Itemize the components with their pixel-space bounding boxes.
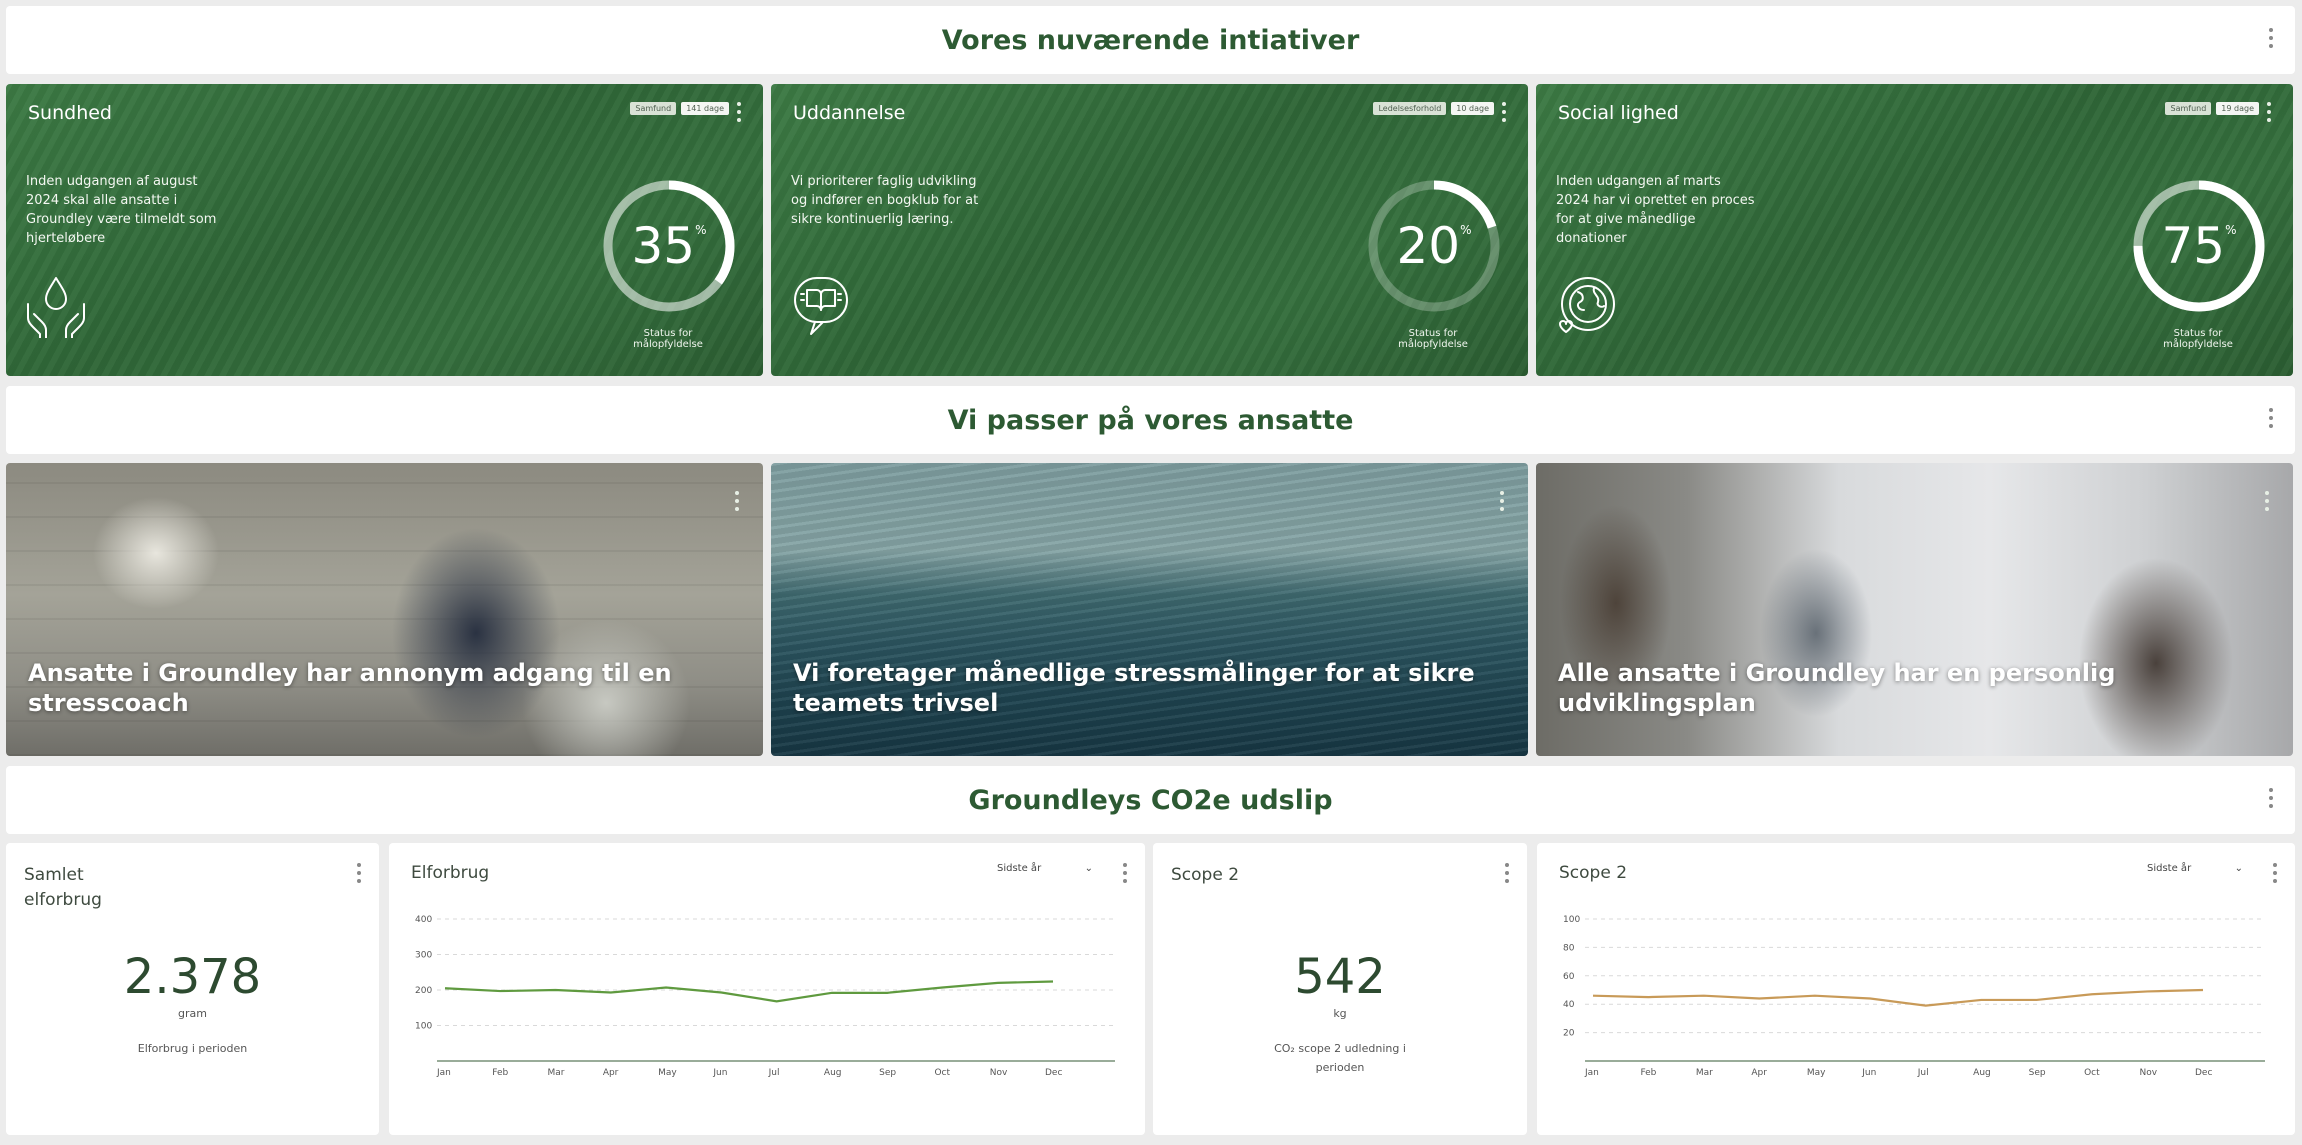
y-tick-label: 300: [415, 951, 432, 961]
x-tick-label: Dec: [2195, 1068, 2212, 1078]
x-tick-label: Jun: [712, 1068, 727, 1078]
section-title-initiatives: Vores nuværende intiativer: [941, 24, 1360, 56]
category-tag: Samfund: [630, 102, 677, 115]
photo-caption: Alle ansatte i Groundley har en personli…: [1558, 659, 2116, 717]
more-options-icon[interactable]: [1503, 863, 1511, 883]
x-tick-label: Sep: [879, 1068, 896, 1078]
progress-caption: Status for målopfyldelse: [633, 328, 703, 350]
more-options-icon[interactable]: [2267, 788, 2275, 808]
initiative-title: Social lighed: [1558, 102, 1679, 124]
y-tick-label: 100: [1563, 915, 1580, 925]
x-tick-label: Apr: [603, 1068, 619, 1078]
category-tag: Samfund: [2165, 102, 2212, 115]
kpi-title: Samlet elforbrug: [24, 865, 102, 910]
photo-card-stressmaalinger[interactable]: Vi foretager månedlige stressmålinger fo…: [771, 463, 1528, 756]
section-title-co2: Groundleys CO2e udslip: [968, 784, 1333, 816]
x-tick-label: Feb: [1640, 1068, 1656, 1078]
co2-header: Groundleys CO2e udslip: [6, 766, 2295, 834]
initiative-description: Vi prioriterer faglig udvikling og indfø…: [791, 174, 979, 227]
y-tick-label: 60: [1563, 972, 1575, 982]
x-tick-label: Oct: [934, 1068, 950, 1078]
kpi-caption: Elforbrug i perioden: [137, 1042, 248, 1055]
kpi-caption: CO₂ scope 2 udledning i perioden: [1274, 1042, 1406, 1074]
more-options-icon[interactable]: [1498, 491, 1506, 511]
days-tag: 141 dage: [681, 102, 729, 115]
more-options-icon[interactable]: [733, 491, 741, 511]
more-options-icon[interactable]: [2263, 491, 2271, 511]
x-tick-label: May: [1807, 1068, 1826, 1078]
more-options-icon[interactable]: [2267, 408, 2275, 428]
kpi-value: 542: [1294, 949, 1386, 1005]
x-tick-label: Dec: [1045, 1068, 1062, 1078]
globe-heart-icon: [1554, 274, 1618, 338]
x-tick-label: Aug: [824, 1068, 842, 1078]
kpi-unit: kg: [1333, 1007, 1347, 1020]
progress-ring: 20%: [1366, 178, 1502, 314]
x-tick-label: Jun: [1861, 1068, 1876, 1078]
initiative-card-social-lighed[interactable]: Social lighed Samfund 19 dage Inden udga…: [1536, 84, 2293, 376]
y-tick-label: 20: [1563, 1029, 1575, 1039]
line-chart-scope2: 20 40 60 80 100 Jan Feb Mar Apr May Jun Jul Aug Sep Oc…: [1563, 915, 2265, 1078]
initiative-description: Inden udgangen af august 2024 skal alle …: [26, 174, 217, 246]
initiative-title: Uddannelse: [793, 102, 906, 124]
initiatives-header: Vores nuværende intiativer: [6, 6, 2295, 74]
x-tick-label: Nov: [990, 1068, 1008, 1078]
more-options-icon[interactable]: [735, 102, 743, 122]
kpi-card-total-electricity: Samlet elforbrug 2.378 gram Elforbrug i …: [6, 843, 379, 1135]
days-tag: 10 dage: [1451, 102, 1494, 115]
progress-value: 20: [1396, 217, 1461, 275]
y-tick-label: 400: [415, 915, 432, 925]
kpi-value: 2.378: [123, 949, 262, 1005]
progress-value: 75: [2161, 217, 2226, 275]
y-tick-label: 100: [415, 1022, 432, 1032]
photo-card-udviklingsplan[interactable]: Alle ansatte i Groundley har en personli…: [1536, 463, 2293, 756]
x-tick-label: Mar: [548, 1068, 565, 1078]
progress-value: 35: [631, 217, 696, 275]
initiative-card-uddannelse[interactable]: Uddannelse Ledelsesforhold 10 dage Vi pr…: [771, 84, 1528, 376]
more-options-icon[interactable]: [355, 863, 363, 883]
x-tick-label: Jul: [768, 1068, 780, 1078]
book-bubble-icon: [789, 274, 853, 338]
progress-caption: Status for målopfyldelse: [1398, 328, 1468, 350]
x-tick-label: Oct: [2084, 1068, 2100, 1078]
days-tag: 19 dage: [2216, 102, 2259, 115]
section-title-employees: Vi passer på vores ansatte: [947, 404, 1354, 436]
kpi-unit: gram: [178, 1007, 207, 1020]
progress-ring: 75%: [2131, 178, 2267, 314]
kpi-card-scope2: Scope 2 542 kg CO₂ scope 2 udledning i p…: [1153, 843, 1527, 1135]
x-tick-label: Aug: [1973, 1068, 1991, 1078]
initiative-card-sundhed[interactable]: Sundhed Samfund 141 dage Inden udgangen …: [6, 84, 763, 376]
kpi-title: Scope 2: [1171, 865, 1240, 885]
photo-caption: Vi foretager månedlige stressmålinger fo…: [793, 659, 1475, 717]
employees-header: Vi passer på vores ansatte: [6, 386, 2295, 454]
progress-ring: 35%: [601, 178, 737, 314]
x-tick-label: Jan: [436, 1068, 451, 1078]
y-tick-label: 40: [1563, 1000, 1575, 1010]
progress-caption: Status for målopfyldelse: [2163, 328, 2233, 350]
chart-card-elforbrug: Elforbrug Sidste år ⌄ 100 200 300 400 Jan Feb M…: [389, 843, 1145, 1135]
x-tick-label: Jul: [1917, 1068, 1929, 1078]
chart-card-scope2: Scope 2 Sidste år ⌄ 20 40 60 80 100 Jan Feb Mar A…: [1537, 843, 2295, 1135]
initiative-description: Inden udgangen af marts 2024 har vi opre…: [1556, 174, 1755, 246]
x-tick-label: Mar: [1696, 1068, 1713, 1078]
x-tick-label: Nov: [2140, 1068, 2158, 1078]
series-line: [1592, 988, 2204, 1007]
y-tick-label: 200: [415, 986, 432, 996]
y-tick-label: 80: [1563, 943, 1575, 953]
x-tick-label: Apr: [1751, 1068, 1767, 1078]
category-tag: Ledelsesforhold: [1373, 102, 1447, 115]
x-tick-label: May: [658, 1068, 677, 1078]
more-options-icon[interactable]: [2265, 102, 2273, 122]
x-tick-label: Jan: [1584, 1068, 1599, 1078]
photo-card-stresscoach[interactable]: Ansatte i Groundley har annonym adgang t…: [6, 463, 763, 756]
hands-drop-icon: [24, 274, 88, 339]
series-line: [444, 980, 1054, 1003]
x-tick-label: Sep: [2029, 1068, 2046, 1078]
x-tick-label: Feb: [492, 1068, 508, 1078]
initiative-title: Sundhed: [28, 102, 112, 124]
photo-caption: Ansatte i Groundley har annonym adgang t…: [28, 659, 672, 717]
more-options-icon[interactable]: [1500, 102, 1508, 122]
line-chart-elforbrug: 100 200 300 400 Jan Feb Mar Apr May Jun Jul Aug Sep O…: [415, 915, 1115, 1078]
more-options-icon[interactable]: [2267, 28, 2275, 48]
